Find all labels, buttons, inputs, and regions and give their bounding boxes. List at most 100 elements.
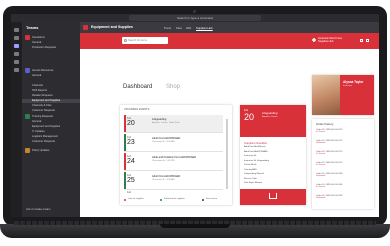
channel-item[interactable]: Shift Reports	[32, 89, 47, 92]
supply-item[interactable]: Adult First Aid Manual	[244, 146, 302, 148]
order-status: Delivered	[316, 197, 326, 199]
order-status: In Transit	[316, 131, 325, 133]
order-status: Delivered	[316, 175, 326, 177]
event-day: 23	[127, 139, 135, 146]
order-history-card: Order history Order ID: 2095-00-24-0176 I…	[312, 119, 374, 209]
channel-item[interactable]: Production Requests	[32, 46, 56, 49]
event-month: Feb	[127, 191, 132, 194]
order-item[interactable]: Order ID: 2095-00-24-0174 Delivered	[316, 140, 370, 144]
order-item[interactable]: Order ID: 2095-00-24-0168 Delivered	[316, 173, 370, 177]
files-icon[interactable]	[14, 68, 19, 72]
event-row[interactable]: Feb 23 Adult First Aid/CPR/AED Classroom…	[124, 134, 223, 152]
events-header: UPCOMING EVENTS	[124, 108, 150, 111]
tab-files[interactable]: Files	[176, 26, 182, 30]
channel-item[interactable]: General	[32, 74, 41, 77]
nav-shop[interactable]: Shop	[166, 84, 180, 90]
channel-item[interactable]: Equipment and Supplies	[32, 125, 60, 128]
team-item[interactable]: Policy Updates	[32, 149, 49, 152]
next-event-day: 20	[244, 112, 255, 122]
profile-card: Alyssa Taylor Instructor	[312, 75, 374, 115]
event-row[interactable]: Feb 25 Adult First Aid/CPR/AED Classroom…	[124, 172, 223, 190]
channel-title: Equipment and Supplies	[91, 25, 133, 29]
teams-icon[interactable]	[14, 44, 19, 48]
event-row[interactable]: Feb	[124, 191, 223, 197]
activity-icon[interactable]	[14, 28, 19, 32]
command-search-input[interactable]: Search or type a command	[129, 15, 261, 21]
supply-item[interactable]: Lifeguarding Manual	[244, 173, 302, 175]
next-event-title: Lifeguarding	[262, 111, 278, 115]
event-title: Adult First Aid/CPR/AED	[152, 175, 181, 178]
legend-low: Low on supplies	[128, 198, 144, 200]
channel-item[interactable]: Customer Requests	[32, 109, 55, 112]
event-day: 25	[127, 177, 135, 184]
tab-supplies-hub[interactable]: Supplies Hub	[196, 26, 213, 30]
supply-item[interactable]: Instructor Kit	[244, 155, 302, 157]
events-scrollbar[interactable]	[226, 119, 228, 189]
team-avatar-training	[25, 114, 30, 119]
screen: Search or type a command Teams Operation…	[11, 14, 379, 217]
event-row[interactable]: Feb 24 Adult and Pediatric First Aid/CPR…	[124, 153, 223, 171]
event-row[interactable]: Feb 20 Lifeguarding Aquatics Center · Ma…	[124, 115, 223, 133]
supply-item[interactable]: Vital Signs Monitor	[244, 182, 302, 184]
channel-item[interactable]: Customer Requests	[32, 140, 55, 143]
next-event-subtitle: Aquatics Center	[262, 116, 278, 118]
app-rail	[11, 22, 22, 217]
legend-dot-course	[202, 198, 204, 201]
order-item[interactable]: Order ID: 2095-00-24-0170 In Transit	[316, 162, 370, 166]
brand-line-2: Supplies Hub	[318, 40, 334, 44]
laptop-notch	[160, 224, 230, 228]
event-title: Adult and Pediatric First Aid/CPR/AED	[152, 156, 197, 159]
supply-item[interactable]: Pocket Mask	[244, 164, 302, 166]
teams-pane-title: Teams	[26, 25, 39, 30]
channel-item[interactable]: Logistics Management	[32, 135, 58, 138]
next-event-card: Feb 20 Lifeguarding Aquatics Center Supp…	[240, 105, 306, 205]
calls-icon[interactable]	[14, 60, 19, 64]
supply-item[interactable]: Adult First Aid/CPR/AED	[244, 151, 302, 153]
order-item[interactable]: Order ID: 2095-00-24-0166 In Transit	[316, 184, 370, 188]
upcoming-events-card: UPCOMING EVENTS Feb 20 Lifeguarding Aqua…	[120, 105, 232, 205]
supply-item[interactable]: Training AED	[244, 169, 302, 171]
event-day: 24	[127, 158, 135, 165]
legend-dot-sufficient	[160, 198, 162, 201]
red-cross-logo-icon	[312, 38, 316, 42]
event-title: Adult First Aid/CPR/AED	[152, 137, 181, 140]
nav-dashboard[interactable]: Dashboard	[123, 84, 152, 90]
event-status-bar	[124, 153, 126, 170]
channel-item[interactable]: IT Updates	[32, 130, 45, 133]
cart-header-icon[interactable]	[366, 39, 369, 42]
event-status-bar	[124, 115, 126, 132]
channel-item-selected[interactable]: Equipment and Supplies	[32, 99, 60, 102]
order-status: In Transit	[316, 186, 325, 188]
notifications-icon[interactable]	[360, 39, 363, 42]
channel-item[interactable]: Retailer Requests	[32, 94, 53, 97]
team-item[interactable]: Operations	[32, 36, 45, 39]
calendar-icon[interactable]	[14, 52, 19, 56]
channel-item[interactable]: Channels & Files	[32, 104, 52, 107]
add-to-cart-button[interactable]	[240, 189, 306, 205]
channel-item[interactable]: General	[32, 120, 41, 123]
team-item[interactable]: Training Requests	[32, 115, 53, 118]
title-bar: Search or type a command	[11, 14, 379, 22]
join-team-link[interactable]: Join or create a team	[26, 208, 50, 211]
order-item[interactable]: Order ID: 2095-00-24-0163 Delivered	[316, 195, 370, 199]
webcam	[193, 10, 196, 13]
supply-item[interactable]: Instructor Kit Lifeguarding	[244, 160, 302, 162]
supply-item[interactable]: Rescue Tube	[244, 178, 302, 180]
supplies-hub-app: Search for items American Red Cross Suppl…	[80, 33, 379, 217]
channel-logo-icon	[83, 25, 88, 30]
event-day: 20	[127, 120, 135, 127]
channel-item[interactable]: General	[32, 41, 41, 44]
order-item[interactable]: Order ID: 2095-00-24-0173 In Transit	[316, 151, 370, 155]
channel-item[interactable]: Channels	[32, 84, 43, 87]
tab-posts[interactable]: Posts	[164, 26, 171, 30]
order-status: In Transit	[316, 153, 325, 155]
team-avatar-hr	[25, 68, 30, 73]
legend-sufficient: Sufficient for supplies	[164, 198, 185, 200]
team-avatar-operations	[25, 35, 30, 40]
order-item[interactable]: Order ID: 2095-00-24-0176 In Transit	[316, 129, 370, 133]
item-search-input[interactable]: Search for items	[122, 37, 168, 44]
tab-wiki[interactable]: Wiki	[186, 26, 191, 30]
chat-icon[interactable]	[14, 36, 19, 40]
team-item[interactable]: Human Resources	[32, 69, 53, 72]
next-event-banner[interactable]: Feb 20 Lifeguarding Aquatics Center	[240, 105, 306, 137]
